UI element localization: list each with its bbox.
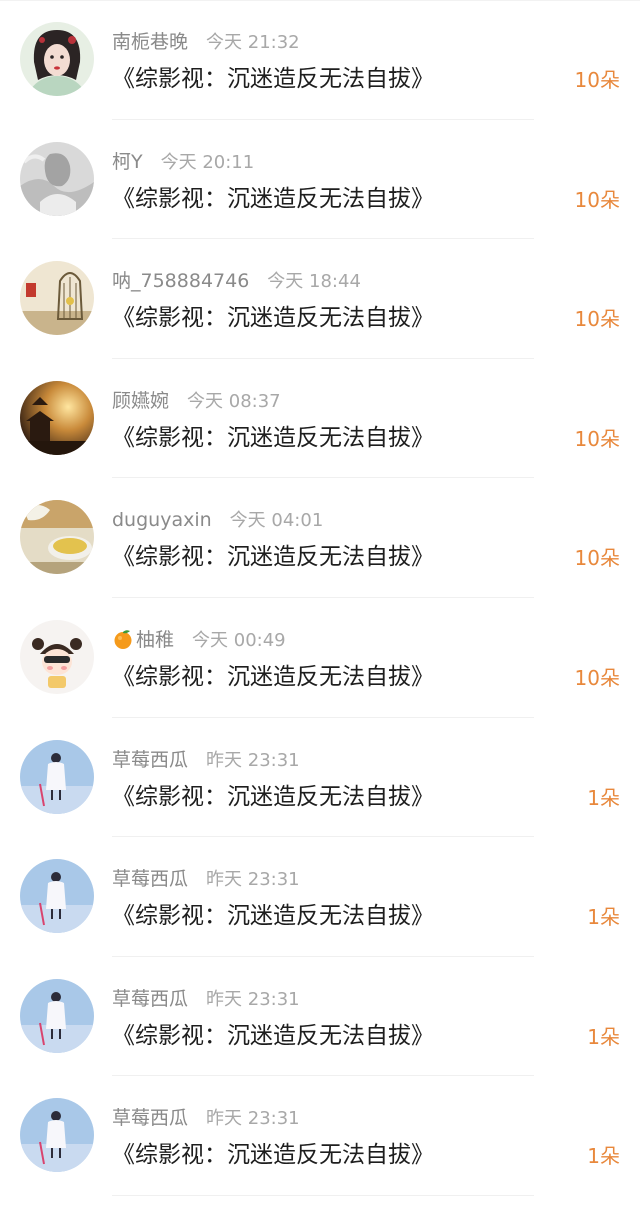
timestamp: 今天 04:01 [229,510,324,532]
timestamp: 昨天 23:31 [206,1108,300,1130]
list-item[interactable]: 柯Y 今天 20:11 《综影视：沉迷造反无法自拔》 10朵 [0,120,640,240]
record-meta: 草莓西瓜 昨天 23:31 [112,865,300,893]
timestamp: 昨天 23:31 [206,988,300,1010]
list-item[interactable]: 草莓西瓜 昨天 23:31 《综影视：沉迷造反无法自拔》 1朵 [0,718,640,838]
record-meta: 草莓西瓜 昨天 23:31 [112,746,300,774]
gift-record-list: 南栀巷晚 今天 21:32 《综影视：沉迷造反无法自拔》 10朵 柯Y 今天 20:… [0,0,640,1207]
gift-amount: 1朵 [587,1024,620,1049]
timestamp: 今天 18:44 [267,271,361,293]
list-item[interactable]: duguyaxin 今天 04:01 《综影视：沉迷造反无法自拔》 10朵 [0,478,640,598]
gift-amount: 10朵 [574,187,620,212]
list-item[interactable]: 顾嬿婉 今天 08:37 《综影视：沉迷造反无法自拔》 10朵 [0,359,640,479]
avatar[interactable] [20,1098,94,1173]
username[interactable]: duguyaxin [112,509,212,531]
book-title[interactable]: 《综影视：沉迷造反无法自拔》 [112,660,434,694]
username[interactable]: 顾嬿婉 [112,390,169,412]
list-item[interactable]: 南栀巷晚 今天 21:32 《综影视：沉迷造反无法自拔》 10朵 [0,0,640,120]
username[interactable]: 柚稚 [136,629,174,651]
book-title[interactable]: 《综影视：沉迷造反无法自拔》 [112,62,434,96]
avatar[interactable] [20,141,94,216]
book-title[interactable]: 《综影视：沉迷造反无法自拔》 [112,1019,434,1053]
book-title[interactable]: 《综影视：沉迷造反无法自拔》 [112,899,434,933]
avatar[interactable] [20,739,94,814]
record-meta: 南栀巷晚 今天 21:32 [112,28,300,56]
record-meta: duguyaxin 今天 04:01 [112,506,323,534]
book-title[interactable]: 《综影视：沉迷造反无法自拔》 [112,182,434,216]
avatar[interactable] [20,261,94,336]
timestamp: 今天 21:32 [206,32,300,53]
record-meta: 顾嬿婉 今天 08:37 [112,387,281,415]
timestamp: 今天 08:37 [187,390,281,412]
username[interactable]: 草莓西瓜 [112,749,188,771]
timestamp: 昨天 23:31 [206,749,300,771]
gift-amount: 10朵 [574,426,620,451]
avatar[interactable] [20,22,94,96]
record-meta: 草莓西瓜 昨天 23:31 [112,1104,300,1132]
row-divider [112,1194,534,1196]
username[interactable]: 呐_758884746 [112,270,249,292]
list-item[interactable]: 呐_758884746 今天 18:44 《综影视：沉迷造反无法自拔》 10朵 [0,239,640,359]
gift-amount: 1朵 [587,785,620,810]
username[interactable]: 草莓西瓜 [112,1107,188,1129]
list-item[interactable]: 草莓西瓜 昨天 23:31 《综影视：沉迷造反无法自拔》 1朵 [0,1076,640,1196]
username[interactable]: 草莓西瓜 [112,868,188,890]
record-meta: 柯Y 今天 20:11 [112,148,254,176]
book-title[interactable]: 《综影视：沉迷造反无法自拔》 [112,421,434,455]
list-item[interactable]: 草莓西瓜 昨天 23:31 《综影视：沉迷造反无法自拔》 1朵 [0,957,640,1077]
avatar[interactable] [20,620,94,694]
timestamp: 今天 00:49 [192,630,286,651]
book-title[interactable]: 《综影视：沉迷造反无法自拔》 [112,540,434,574]
avatar[interactable] [20,500,94,575]
gift-amount: 10朵 [574,307,620,332]
gift-amount: 1朵 [587,905,620,930]
gift-amount: 1朵 [587,1144,620,1169]
book-title[interactable]: 《综影视：沉迷造反无法自拔》 [112,1138,434,1172]
avatar[interactable] [20,380,94,455]
gift-amount: 10朵 [574,546,620,571]
timestamp: 昨天 23:31 [206,869,300,891]
orange-emoji-icon [114,629,132,649]
record-meta: 柚稚 今天 00:49 [112,626,286,654]
book-title[interactable]: 《综影视：沉迷造反无法自拔》 [112,780,434,814]
record-meta: 呐_758884746 今天 18:44 [112,267,361,295]
gift-amount: 10朵 [574,666,620,690]
avatar[interactable] [20,978,94,1053]
username[interactable]: 草莓西瓜 [112,988,188,1010]
username[interactable]: 南栀巷晚 [112,31,188,53]
list-item[interactable]: 草莓西瓜 昨天 23:31 《综影视：沉迷造反无法自拔》 1朵 [0,837,640,957]
username[interactable]: 柯Y [112,151,143,173]
gift-amount: 10朵 [574,68,620,92]
avatar[interactable] [20,859,94,934]
record-meta: 草莓西瓜 昨天 23:31 [112,985,300,1013]
list-item[interactable]: 柚稚 今天 00:49 《综影视：沉迷造反无法自拔》 10朵 [0,598,640,718]
timestamp: 今天 20:11 [160,151,255,173]
book-title[interactable]: 《综影视：沉迷造反无法自拔》 [112,301,434,335]
